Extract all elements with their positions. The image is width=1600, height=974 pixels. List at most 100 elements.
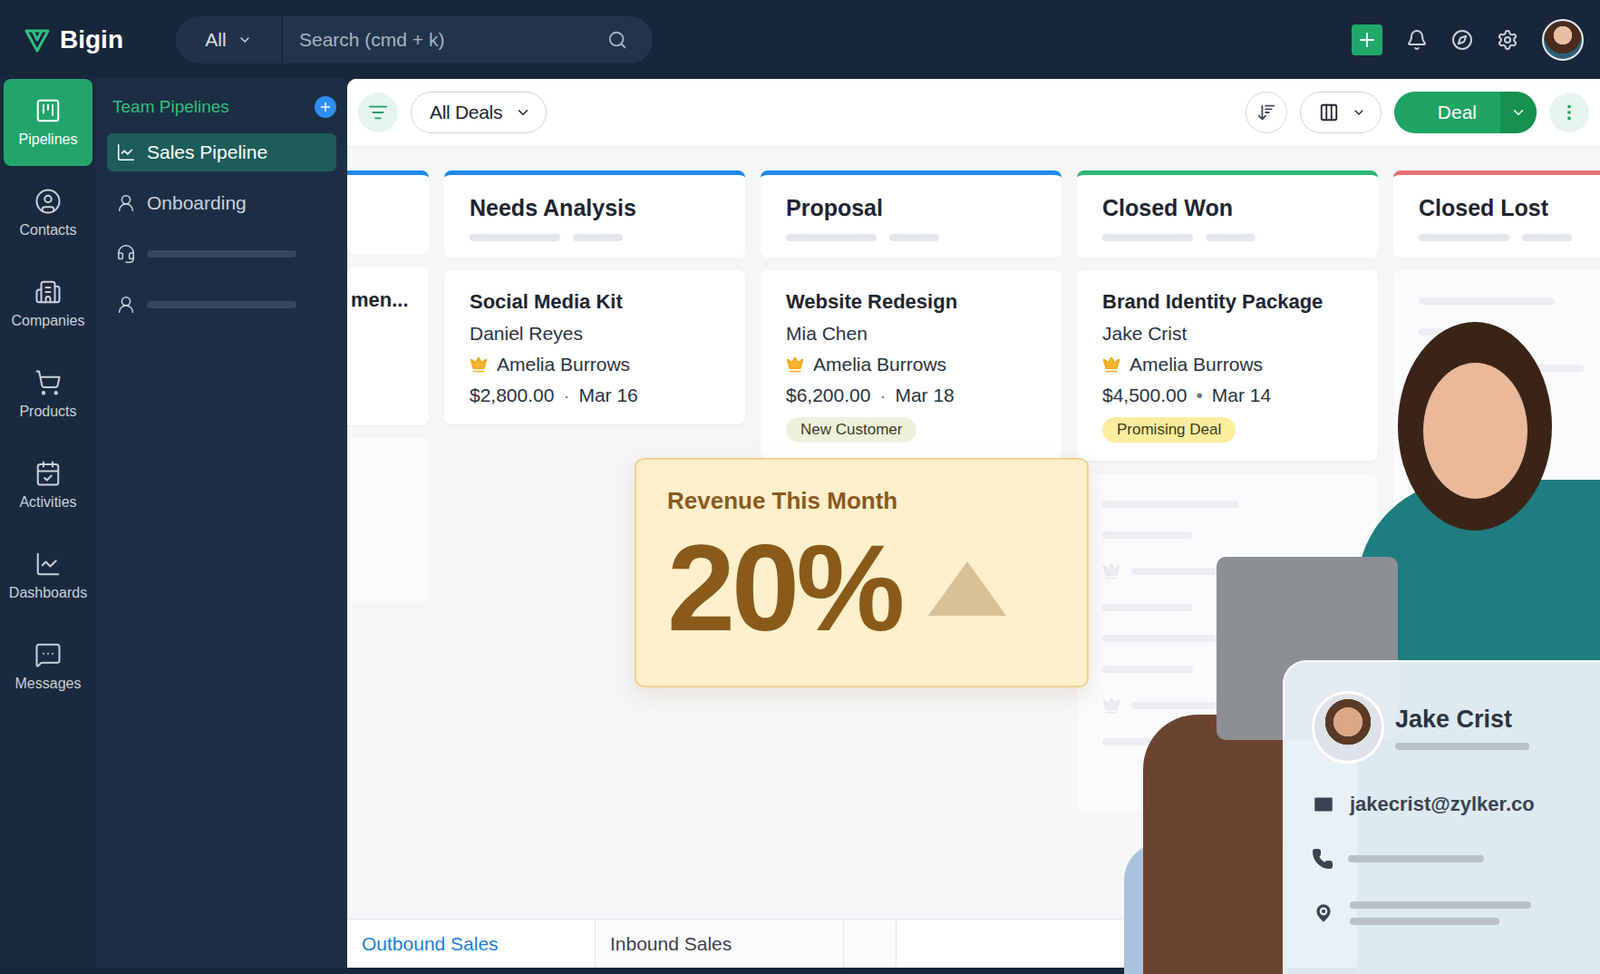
deal-card[interactable]: men... [347, 266, 429, 426]
caret-icon [237, 32, 253, 48]
crown-icon [785, 355, 805, 374]
gear-icon [1496, 29, 1519, 51]
plus-icon [318, 99, 333, 115]
pin-icon [1311, 901, 1336, 925]
pipeline-item[interactable] [106, 285, 337, 324]
search-input[interactable]: Search (cmd + k) [282, 29, 608, 51]
empty-tab [843, 919, 897, 968]
crown-icon [1102, 562, 1121, 581]
nav-icon [34, 459, 62, 487]
add-button[interactable] [1351, 24, 1383, 56]
settings-button[interactable] [1496, 29, 1519, 51]
marketplace-button[interactable] [1451, 29, 1474, 51]
pipeline-icon [116, 243, 136, 264]
filter-icon [368, 102, 388, 123]
owner-name: Amelia Burrows [496, 353, 631, 376]
caret-icon [514, 104, 532, 121]
panel-heading: Team Pipelines [106, 93, 337, 121]
pipeline-item[interactable] [106, 234, 337, 273]
deal-contact: Mia Chen [785, 322, 1038, 345]
deal-owner: Amelia Burrows [1102, 353, 1355, 376]
deal-title: men... [350, 288, 426, 312]
rail-item[interactable]: Contacts [3, 169, 93, 257]
pipeline-item[interactable]: Onboarding [106, 184, 337, 223]
user-avatar[interactable] [1541, 19, 1584, 61]
stage-header: Closed Won [1076, 170, 1378, 258]
search-scope[interactable]: All [175, 16, 283, 64]
caret-icon [1510, 104, 1527, 121]
rail-item[interactable]: Pipelines [3, 78, 93, 166]
nav-icon [34, 640, 62, 669]
top-bar: Bigin AllSearch (cmd + k) [0, 0, 1600, 79]
rail-item[interactable]: Activities [3, 441, 93, 529]
create-deal-button[interactable]: Deal [1394, 91, 1537, 134]
rail-item[interactable]: Dashboards [3, 532, 93, 620]
compass-icon [1451, 29, 1474, 51]
bell-icon [1406, 29, 1428, 51]
amount: $6,200.00 [785, 384, 871, 407]
search-bar[interactable]: AllSearch (cmd + k) [175, 16, 653, 64]
crown-icon [469, 355, 488, 374]
nav-icon [34, 368, 62, 397]
placeholder-bar [146, 250, 297, 258]
placeholder-line [1418, 297, 1600, 305]
pipeline-icon [116, 193, 136, 214]
nav-icon [34, 187, 62, 215]
close-date: Mar 14 [1212, 384, 1271, 407]
more-button[interactable] [1549, 92, 1590, 133]
deal-contact: Daniel Reyes [469, 322, 722, 345]
deal-owner: Amelia Burrows [785, 353, 1038, 376]
contact-email[interactable]: jakecrist@zylker.co [1311, 790, 1591, 818]
add-pipeline-button[interactable] [314, 96, 337, 118]
stage-header [347, 170, 429, 254]
stage-title: Closed Won [1102, 194, 1353, 222]
deal-owner: Amelia Burrows [469, 353, 722, 376]
pipeline-tab[interactable]: Outbound Sales [347, 919, 596, 968]
pipeline-tab[interactable]: Inbound Sales [595, 919, 844, 968]
deal-amount: $6,200.00 · Mar 18 [785, 384, 1038, 407]
deal-amount: $2,800.00·Mar 16 [469, 384, 722, 407]
placeholder-card [347, 437, 429, 602]
filter-button[interactable] [358, 92, 398, 133]
deal-title: Brand Identity Package [1102, 290, 1355, 314]
amount: $4,500.00 [1102, 384, 1187, 407]
contact-address [1311, 899, 1591, 927]
columns-icon [1318, 102, 1339, 123]
logo[interactable]: Bigin [23, 25, 176, 55]
close-date: Mar 18 [894, 384, 954, 407]
deal-contact: Jake Crist [1102, 322, 1355, 345]
rail-item[interactable]: Products [3, 350, 93, 438]
rail-item[interactable]: Companies [3, 260, 93, 348]
placeholder-line [1102, 603, 1353, 611]
placeholder-line [1102, 634, 1353, 642]
stage-header: Needs Analysis [444, 170, 746, 258]
nav-icon [34, 550, 62, 578]
app-name: Bigin [59, 25, 124, 55]
deal-card[interactable]: Website RedesignMia ChenAmelia Burrows$6… [760, 270, 1062, 461]
deal-card[interactable]: Brand Identity Package Jake Crist Amelia B… [1076, 270, 1378, 461]
layout-dropdown[interactable] [1299, 91, 1382, 134]
create-menu-button[interactable] [1500, 91, 1537, 134]
owner-name: Amelia Burrows [1129, 353, 1263, 376]
pipeline-item[interactable]: Sales Pipeline [106, 133, 337, 172]
board-toolbar: All Deals Deal [347, 78, 1600, 147]
placeholder-line [1102, 531, 1353, 539]
deal-tag: New Customer [785, 416, 917, 443]
stage-title: Closed Lost [1418, 194, 1600, 222]
separator: · [879, 384, 886, 407]
deal-card[interactable]: Social Media KitDaniel ReyesAmelia Burro… [444, 270, 746, 425]
search-icon [607, 29, 628, 50]
placeholder-line [1102, 500, 1353, 508]
stage-title: Proposal [785, 194, 1037, 222]
notifications-button[interactable] [1406, 29, 1428, 51]
sort-button[interactable] [1245, 91, 1288, 134]
plus-icon [1356, 29, 1378, 51]
view-dropdown[interactable]: All Deals [410, 91, 547, 134]
crown-icon [1102, 696, 1121, 715]
rail-item[interactable]: Messages [3, 622, 93, 710]
pipeline-icon [116, 294, 136, 315]
deal-amount: $4,500.00•Mar 14 [1102, 384, 1355, 407]
crown-icon [1102, 355, 1121, 374]
owner-name: Amelia Burrows [813, 353, 947, 376]
logo-icon [23, 26, 51, 54]
